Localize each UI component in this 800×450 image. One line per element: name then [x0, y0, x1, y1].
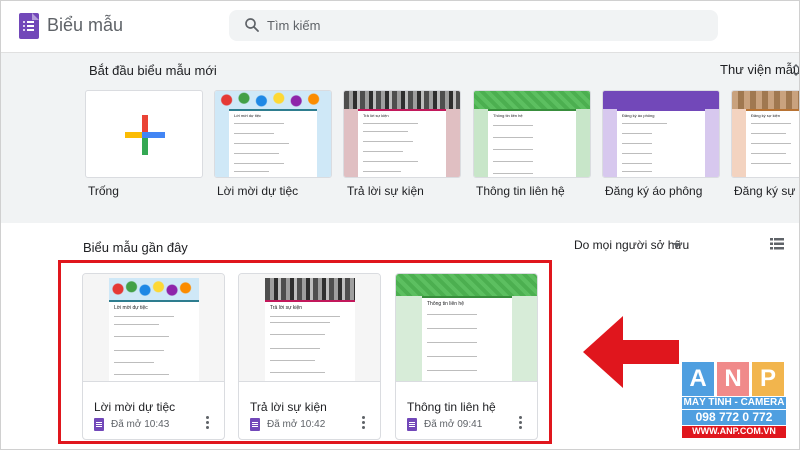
plus-icon — [125, 115, 165, 155]
template-label: Đăng ký áo phông — [605, 184, 703, 198]
search-icon[interactable] — [243, 16, 261, 34]
recent-form-card[interactable]: Thông tin liên hệ Thông tin liên hệ Đã m… — [395, 273, 538, 440]
template-label: Đăng ký sự kiện — [734, 184, 799, 198]
anp-watermark: A N P MÁY TÍNH - CAMERA 098 772 0 772 WW… — [682, 362, 786, 444]
app-frame: Biểu mẫu Bắt đầu biểu mẫu mới Thư viện m… — [0, 0, 800, 450]
watermark-letter: A — [682, 362, 714, 396]
left-arrow-icon — [583, 316, 679, 388]
dropdown-caret-icon[interactable] — [673, 243, 681, 248]
last-opened-time: Đã mở 10:42 — [267, 419, 326, 430]
thumb-title: Lời mời dự tiệc — [114, 305, 148, 311]
template-event-registration[interactable]: Đăng ký sự kiện — [731, 90, 799, 178]
watermark-phone: 098 772 0 772 — [682, 410, 786, 425]
app-title[interactable]: Biểu mẫu — [47, 15, 123, 36]
recent-form-name: Lời mời dự tiệc — [94, 400, 176, 414]
expand-gallery-icon[interactable] — [791, 63, 800, 77]
template-party-invite[interactable]: Lời mời dự tiệc — [214, 90, 332, 178]
thumb-title: Thông tin liên hệ — [493, 113, 523, 118]
template-rsvp[interactable]: Trả lời sự kiện — [343, 90, 461, 178]
thumb-title: Đăng ký sự kiện — [751, 113, 780, 118]
thumb-title: Lời mời dự tiệc — [234, 113, 262, 118]
more-vert-icon[interactable] — [362, 416, 366, 430]
owner-filter-dropdown[interactable]: Do mọi người sở hữu — [574, 238, 689, 252]
last-opened-time: Đã mở 10:43 — [111, 419, 170, 430]
last-opened-time: Đã mở 09:41 — [424, 419, 483, 430]
thumb-title: Đăng ký áo phông — [622, 113, 655, 118]
thumb-title: Trả lời sự kiện — [270, 305, 303, 311]
list-view-icon[interactable] — [770, 238, 784, 250]
watermark-letter: P — [752, 362, 784, 396]
recent-form-card[interactable]: Lời mời dự tiệc Lời mời dự tiệc Đã mở 10… — [82, 273, 225, 440]
template-label: Lời mời dự tiệc — [217, 184, 299, 198]
forms-file-icon — [250, 418, 260, 431]
template-gallery-link[interactable]: Thư viện mẫu — [720, 62, 799, 77]
forms-logo-icon[interactable] — [19, 13, 39, 39]
top-header: Biểu mẫu — [1, 1, 799, 53]
template-blank[interactable] — [85, 90, 203, 178]
thumb-title: Trả lời sự kiện — [363, 113, 389, 118]
forms-file-icon — [407, 418, 417, 431]
recent-form-card[interactable]: Trả lời sự kiện Trả lời sự kiện Đã mở 10… — [238, 273, 381, 440]
search-bar[interactable] — [229, 10, 718, 41]
recent-section-title: Biểu mẫu gần đây — [83, 240, 188, 255]
watermark-letter: N — [717, 362, 749, 396]
watermark-tagline: MÁY TÍNH - CAMERA — [682, 397, 786, 409]
forms-file-icon — [94, 418, 104, 431]
recent-form-name: Trả lời sự kiện — [250, 400, 327, 414]
template-contact-info[interactable]: Thông tin liên hệ — [473, 90, 591, 178]
template-label: Trống — [88, 184, 119, 198]
search-input[interactable] — [267, 10, 697, 41]
template-tshirt-signup[interactable]: Đăng ký áo phông — [602, 90, 720, 178]
watermark-website: WWW.ANP.COM.VN — [682, 426, 786, 438]
recent-form-name: Thông tin liên hệ — [407, 400, 496, 414]
thumb-title: Thông tin liên hệ — [427, 301, 464, 307]
more-vert-icon[interactable] — [206, 416, 210, 430]
template-section-title: Bắt đầu biểu mẫu mới — [89, 63, 217, 78]
template-label: Trả lời sự kiện — [347, 184, 424, 198]
more-vert-icon[interactable] — [519, 416, 523, 430]
template-label: Thông tin liên hệ — [476, 184, 565, 198]
template-gallery: Bắt đầu biểu mẫu mới Thư viện mẫu Trống — [1, 53, 800, 223]
